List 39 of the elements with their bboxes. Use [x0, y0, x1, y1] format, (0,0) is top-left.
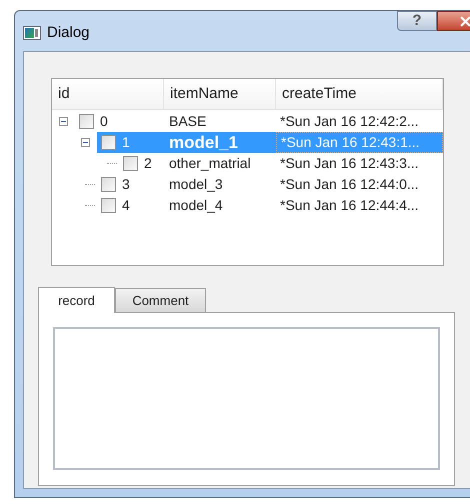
item-name-cell-text: model_4 — [168, 196, 224, 215]
tab[interactable]: Comment — [115, 288, 206, 312]
item-name-cell-text: model_1 — [168, 132, 239, 154]
tree-row[interactable]: 3 model_3 *Sun Jan 16 12:44:0... — [97, 174, 443, 195]
id-cell-text: 3 — [122, 175, 130, 194]
column-header[interactable]: id — [52, 79, 164, 109]
id-cell-text: 2 — [144, 154, 152, 173]
tree-branch-line — [107, 163, 117, 164]
checkbox[interactable] — [79, 114, 94, 129]
column-header[interactable]: createTime — [276, 79, 443, 109]
tab[interactable]: record — [38, 287, 115, 313]
create-time-cell-text: *Sun Jan 16 12:42:2... — [279, 112, 420, 131]
help-button[interactable]: ? — [397, 11, 437, 31]
id-cell-text: 1 — [122, 133, 130, 152]
id-cell-text: 4 — [122, 196, 130, 215]
item-name-cell-text: model_3 — [168, 175, 224, 194]
id-cell-text: 0 — [100, 112, 108, 131]
create-time-cell: *Sun Jan 16 12:43:1... — [276, 132, 443, 153]
window-title: Dialog — [47, 23, 90, 43]
create-time-cell-text: *Sun Jan 16 12:44:0... — [279, 175, 420, 194]
checkbox[interactable] — [123, 156, 138, 171]
create-time-cell-text: *Sun Jan 16 12:43:3... — [279, 154, 420, 173]
tree-branch-line — [85, 184, 95, 185]
app-icon — [23, 26, 41, 40]
tree-row[interactable]: 4 model_4 *Sun Jan 16 12:44:4... — [97, 195, 443, 216]
item-name-cell-text: other_matrial — [168, 154, 252, 173]
tree-row[interactable]: 2 other_matrial *Sun Jan 16 12:43:3... — [119, 153, 443, 174]
checkbox[interactable] — [101, 198, 116, 213]
column-header[interactable]: itemName — [164, 79, 276, 109]
collapse-icon[interactable] — [81, 138, 90, 147]
tree-row[interactable]: 0 BASE *Sun Jan 16 12:42:2... — [75, 111, 443, 132]
tree-branch-line — [85, 205, 95, 206]
collapse-icon[interactable] — [59, 117, 68, 126]
close-icon — [458, 14, 470, 28]
text-area[interactable] — [53, 327, 440, 470]
create-time-cell-text: *Sun Jan 16 12:44:4... — [279, 196, 420, 215]
checkbox[interactable] — [101, 177, 116, 192]
checkbox[interactable] — [101, 135, 116, 150]
item-name-cell-text: BASE — [168, 112, 208, 131]
